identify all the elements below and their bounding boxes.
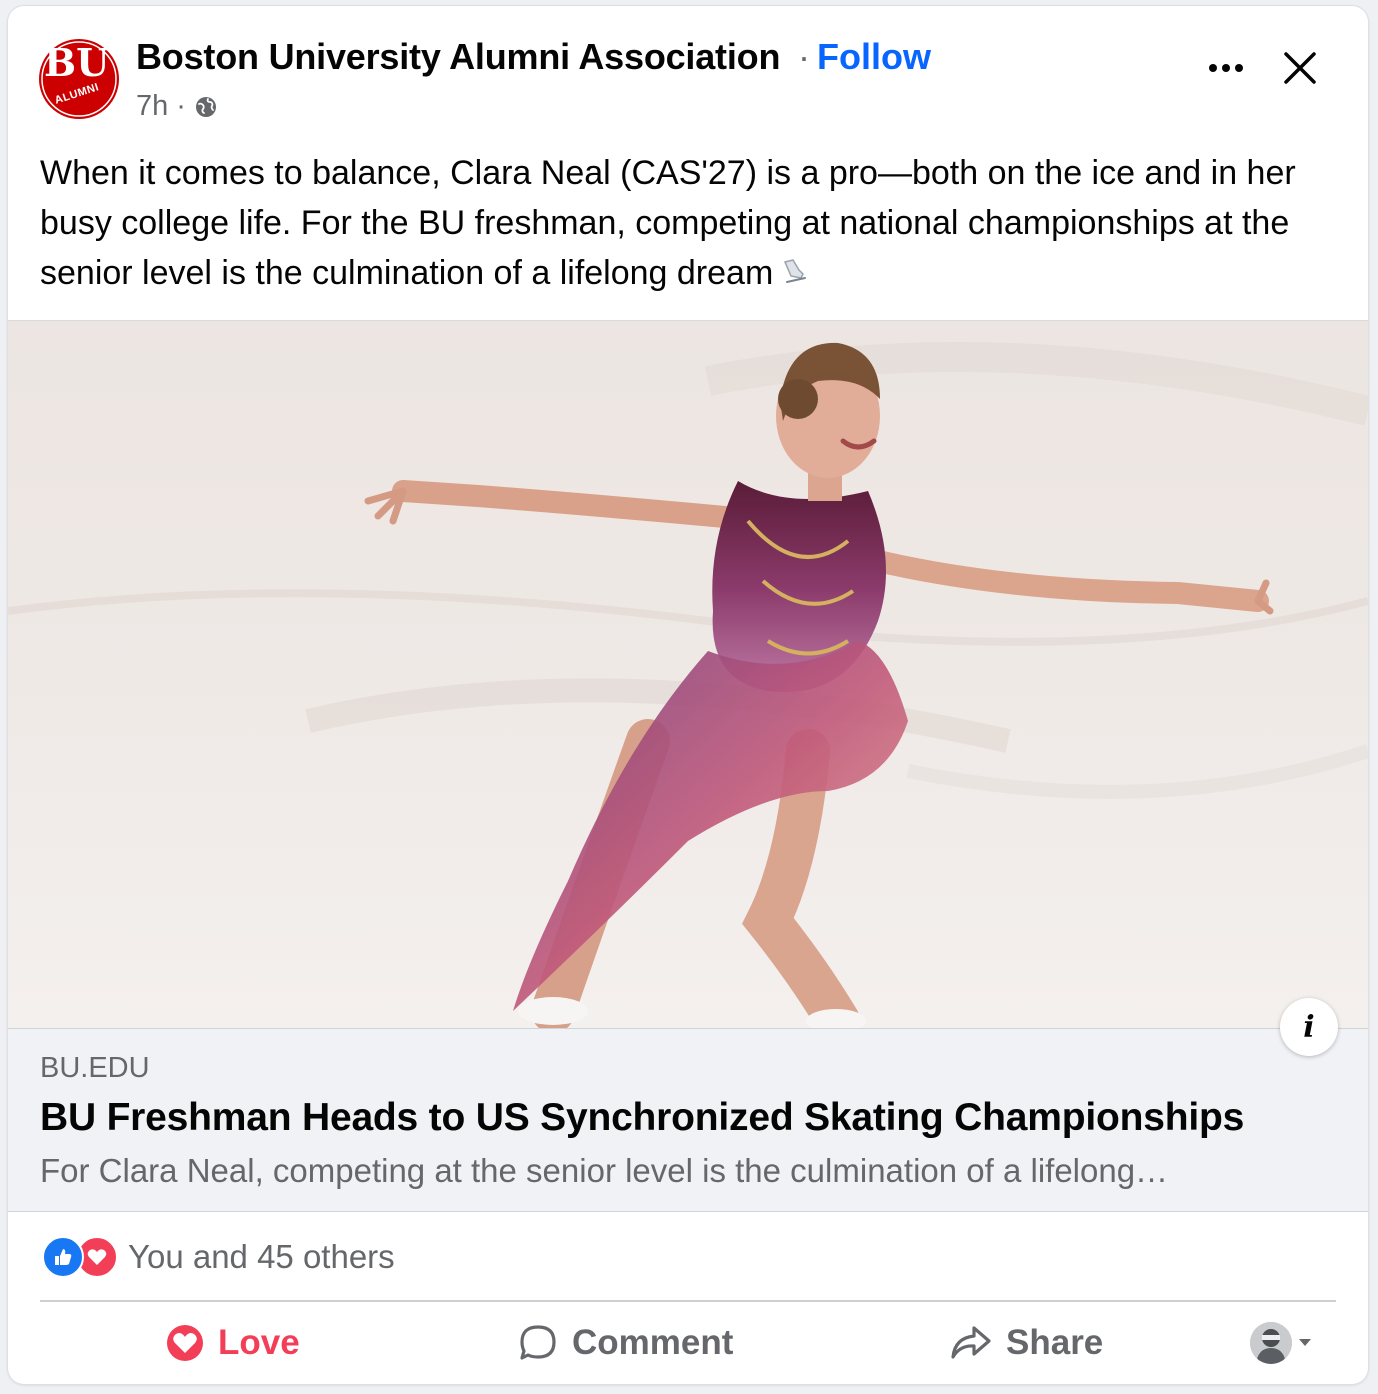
comment-icon — [520, 1325, 556, 1360]
audience-selector[interactable] — [1250, 1322, 1312, 1364]
love-label: Love — [218, 1323, 300, 1362]
reaction-summary[interactable]: You and 45 others — [42, 1236, 395, 1278]
time-separator: · — [176, 90, 186, 122]
user-avatar — [1250, 1322, 1292, 1364]
love-button[interactable]: Love — [166, 1318, 300, 1368]
share-icon — [951, 1326, 991, 1359]
info-icon: i — [1303, 1009, 1315, 1045]
post-body: When it comes to balance, Clara Neal (CA… — [40, 154, 1296, 292]
logo-text: BU — [44, 40, 110, 85]
follow-button[interactable]: Follow — [817, 36, 931, 78]
post-time[interactable]: 7h — [136, 90, 168, 123]
globe-icon — [194, 95, 218, 119]
post-photo[interactable] — [8, 320, 1368, 1029]
share-label: Share — [1006, 1323, 1104, 1362]
love-reaction-icon — [167, 1325, 203, 1361]
ellipsis-icon — [1209, 64, 1243, 72]
link-description: For Clara Neal, competing at the senior … — [40, 1152, 1169, 1189]
comment-label: Comment — [572, 1323, 734, 1362]
like-icon — [42, 1236, 84, 1278]
action-divider — [40, 1300, 1336, 1302]
chevron-down-icon — [1299, 1339, 1311, 1346]
comment-button[interactable]: Comment — [518, 1318, 733, 1368]
post-card: BU ALUMNI Boston University Alumni Assoc… — [8, 6, 1368, 1384]
more-options-button[interactable] — [1202, 48, 1250, 88]
page-avatar[interactable]: BU ALUMNI — [38, 38, 120, 120]
close-button[interactable] — [1274, 42, 1326, 94]
share-button[interactable]: Share — [950, 1318, 1103, 1368]
page-name[interactable]: Boston University Alumni Association — [136, 36, 780, 78]
link-domain: BU.EDU — [40, 1052, 150, 1084]
name-separator: · — [798, 36, 810, 77]
reaction-count: You and 45 others — [128, 1238, 395, 1275]
ice-skate-icon — [779, 250, 809, 300]
close-icon — [1284, 52, 1316, 84]
figure-skater-photo — [8, 321, 1368, 1029]
info-button[interactable]: i — [1280, 998, 1338, 1056]
post-meta: 7h · — [136, 90, 218, 123]
link-title[interactable]: BU Freshman Heads to US Synchronized Ska… — [40, 1096, 1244, 1140]
post-text: When it comes to balance, Clara Neal (CA… — [40, 148, 1340, 300]
